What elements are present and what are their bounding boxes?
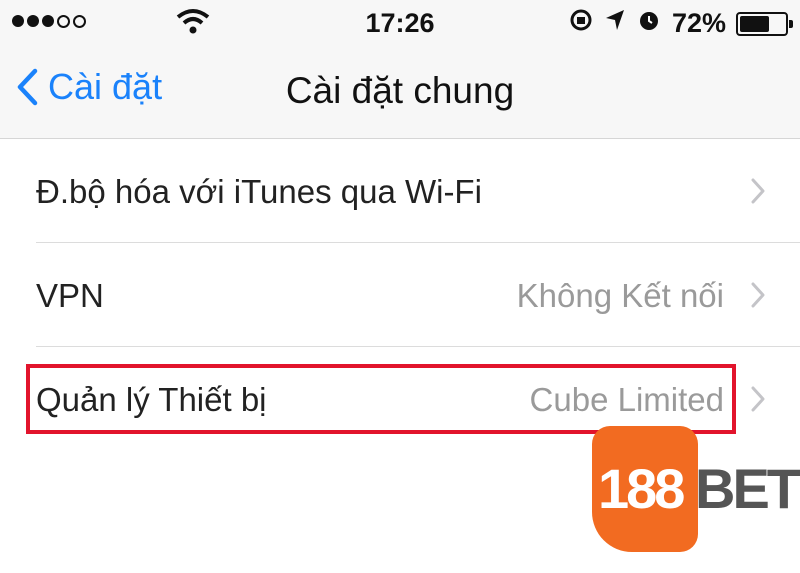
navigation-bar: Cài đặt Cài đặt chung: [0, 46, 800, 138]
battery-icon: [736, 11, 793, 36]
chevron-right-icon: [751, 386, 765, 412]
chevron-right-icon: [751, 178, 765, 204]
status-bar: 17:26 72%: [0, 0, 800, 46]
orientation-lock-icon: [568, 7, 594, 40]
logo-word: BET: [695, 457, 800, 520]
logo-number: 188: [598, 457, 685, 520]
chevron-right-icon: [751, 282, 765, 308]
row-value: Cube Limited: [529, 381, 724, 418]
brand-logo: 188 BET: [592, 426, 800, 552]
row-label: Đ.bộ hóa với iTunes qua Wi-Fi: [36, 173, 482, 210]
row-label: VPN: [36, 277, 104, 314]
alarm-icon: [636, 7, 662, 40]
settings-row-vpn[interactable]: VPN Không Kết nối: [0, 243, 800, 347]
top-bar: 17:26 72% Cài đặt Cài đặt chung: [0, 0, 800, 139]
location-arrow-icon: [604, 8, 626, 39]
settings-row-itunes-wifi-sync[interactable]: Đ.bộ hóa với iTunes qua Wi-Fi: [0, 139, 800, 243]
row-value: Không Kết nối: [516, 277, 724, 314]
row-label: Quản lý Thiết bị: [36, 381, 267, 418]
battery-percent: 72%: [671, 8, 726, 38]
page-title: Cài đặt chung: [285, 70, 515, 111]
battery-level-fill: [740, 15, 769, 32]
settings-list: Đ.bộ hóa với iTunes qua Wi-Fi VPN Không …: [0, 139, 800, 451]
